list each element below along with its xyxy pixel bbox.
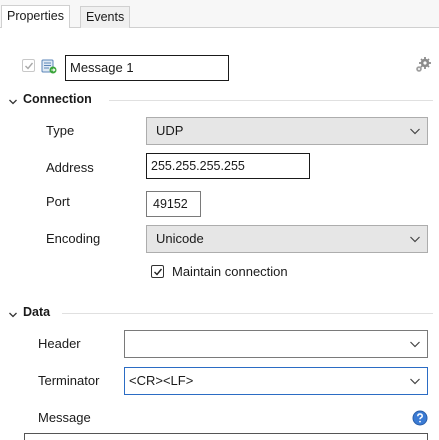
message-name-input[interactable]: Message 1	[65, 55, 229, 81]
chevron-down-icon	[409, 331, 421, 366]
tab-events[interactable]: Events	[80, 6, 131, 28]
maintain-connection-label[interactable]: Maintain connection	[172, 264, 288, 279]
help-icon[interactable]	[412, 410, 428, 426]
port-input[interactable]: 49152	[146, 191, 201, 217]
encoding-select-value: Unicode	[156, 231, 204, 246]
message-label: Message	[38, 410, 91, 425]
address-label: Address	[46, 160, 94, 175]
message-enabled-checkbox[interactable]	[22, 59, 35, 72]
data-collapse-chevron-icon[interactable]	[8, 308, 18, 318]
tab-properties[interactable]: Properties	[1, 5, 70, 28]
chevron-down-icon	[409, 226, 421, 261]
terminator-select[interactable]: <CR><LF>	[124, 367, 428, 395]
settings-gear-icon[interactable]	[414, 56, 432, 74]
header-select[interactable]	[124, 330, 428, 358]
address-input[interactable]: 255.255.255.255	[146, 153, 310, 179]
section-divider	[109, 100, 433, 101]
chevron-down-icon	[409, 118, 421, 153]
chevron-down-icon	[409, 368, 421, 403]
connection-collapse-chevron-icon[interactable]	[8, 95, 18, 105]
terminator-select-value: <CR><LF>	[129, 373, 194, 388]
section-divider	[62, 313, 433, 314]
port-label: Port	[46, 194, 70, 209]
encoding-label: Encoding	[46, 231, 101, 246]
section-connection-title: Connection	[23, 92, 92, 106]
encoding-select[interactable]: Unicode	[146, 225, 428, 253]
maintain-connection-checkbox[interactable]	[151, 265, 164, 278]
section-data-title: Data	[23, 305, 51, 319]
type-select-value: UDP	[156, 123, 184, 138]
terminator-label: Terminator	[38, 373, 100, 388]
type-select[interactable]: UDP	[146, 117, 428, 145]
type-label: Type	[46, 123, 75, 138]
message-textarea[interactable]	[24, 433, 428, 440]
message-icon	[40, 57, 58, 75]
header-label: Header	[38, 336, 81, 351]
